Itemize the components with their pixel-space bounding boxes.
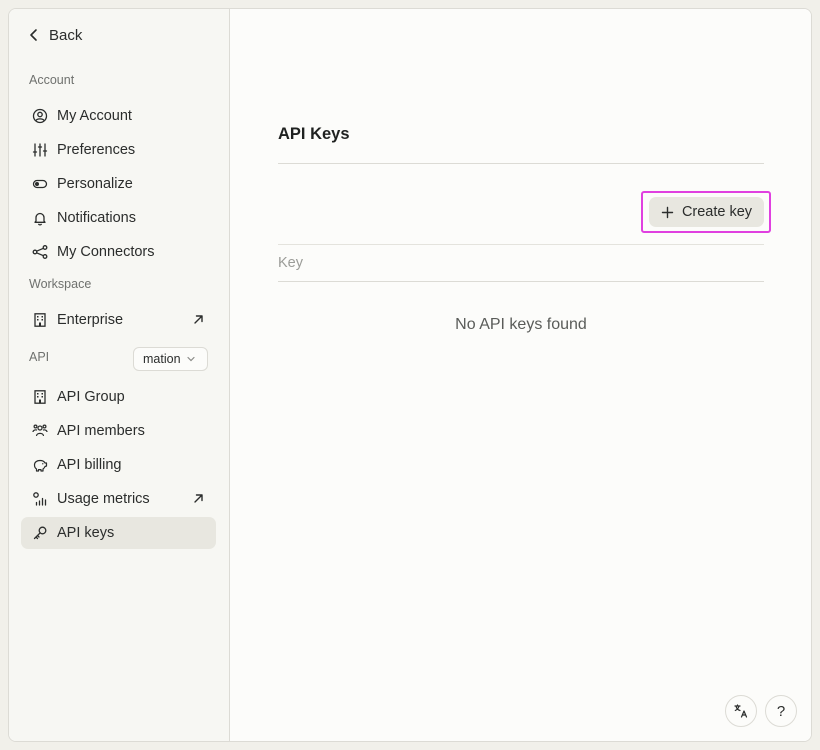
toggle-icon	[32, 176, 48, 192]
translate-button[interactable]	[725, 695, 757, 727]
user-circle-icon	[32, 108, 48, 124]
sidebar-item-label: Personalize	[57, 176, 133, 192]
external-link-icon	[192, 313, 205, 326]
section-label-workspace: Workspace	[29, 277, 92, 291]
sidebar-item-label: Notifications	[57, 210, 136, 226]
sidebar-item-api-keys[interactable]: API keys	[21, 517, 216, 549]
sidebar-item-api-members[interactable]: API members	[21, 415, 216, 447]
piggy-bank-icon	[32, 457, 48, 473]
table-divider	[278, 244, 764, 245]
external-link-icon	[192, 492, 205, 505]
sidebar-item-api-group[interactable]: API Group	[21, 381, 216, 413]
sidebar-item-label: API members	[57, 423, 145, 439]
page-title: API Keys	[278, 125, 350, 143]
sidebar-item-label: API Group	[57, 389, 125, 405]
back-button[interactable]: Back	[27, 24, 82, 46]
key-icon	[32, 525, 48, 541]
sidebar-item-preferences[interactable]: Preferences	[21, 134, 216, 166]
translate-icon	[734, 704, 748, 718]
sidebar-item-label: API keys	[57, 525, 115, 541]
sidebar-item-personalize[interactable]: Personalize	[21, 168, 216, 200]
sidebar-item-label: Preferences	[57, 142, 136, 158]
sidebar-item-label: My Connectors	[57, 244, 155, 260]
sidebar-item-label: My Account	[57, 108, 132, 124]
sidebar: Back Account My Account Preferences Pers…	[9, 9, 230, 741]
back-label: Back	[49, 26, 83, 44]
column-header-key: Key	[278, 255, 303, 271]
api-group-selector-value: mation	[143, 352, 181, 366]
section-label-api: API	[29, 350, 50, 364]
metrics-icon	[32, 491, 48, 507]
sidebar-item-my-connectors[interactable]: My Connectors	[21, 236, 216, 268]
plus-icon	[661, 206, 674, 218]
title-divider	[278, 163, 764, 164]
sidebar-item-label: API billing	[57, 457, 122, 473]
sidebar-item-enterprise[interactable]: Enterprise	[21, 304, 216, 336]
building-icon	[32, 312, 48, 328]
table-header-divider	[278, 281, 764, 282]
sidebar-item-notifications[interactable]: Notifications	[21, 202, 216, 234]
sidebar-item-usage-metrics[interactable]: Usage metrics	[21, 483, 216, 515]
settings-window: Back Account My Account Preferences Pers…	[8, 8, 812, 742]
chevron-down-icon	[186, 356, 195, 362]
sliders-icon	[32, 142, 48, 158]
help-icon: ?	[776, 702, 786, 720]
sidebar-item-my-account[interactable]: My Account	[21, 100, 216, 132]
sidebar-item-api-billing[interactable]: API billing	[21, 449, 216, 481]
members-icon	[32, 423, 48, 439]
sidebar-item-label: Usage metrics	[57, 491, 150, 507]
main-content: API Keys Create key Key No API keys foun…	[230, 9, 811, 741]
api-group-selector[interactable]: mation	[133, 347, 208, 371]
help-button[interactable]: ?	[765, 695, 797, 727]
connectors-icon	[32, 244, 48, 260]
create-key-label: Create key	[681, 204, 753, 220]
create-key-button[interactable]: Create key	[649, 197, 764, 227]
chevron-left-icon	[30, 29, 37, 41]
sidebar-item-label: Enterprise	[57, 312, 124, 328]
empty-state-message: No API keys found	[455, 316, 587, 333]
building-icon	[32, 389, 48, 405]
bell-icon	[32, 210, 48, 226]
section-label-account: Account	[29, 73, 75, 87]
